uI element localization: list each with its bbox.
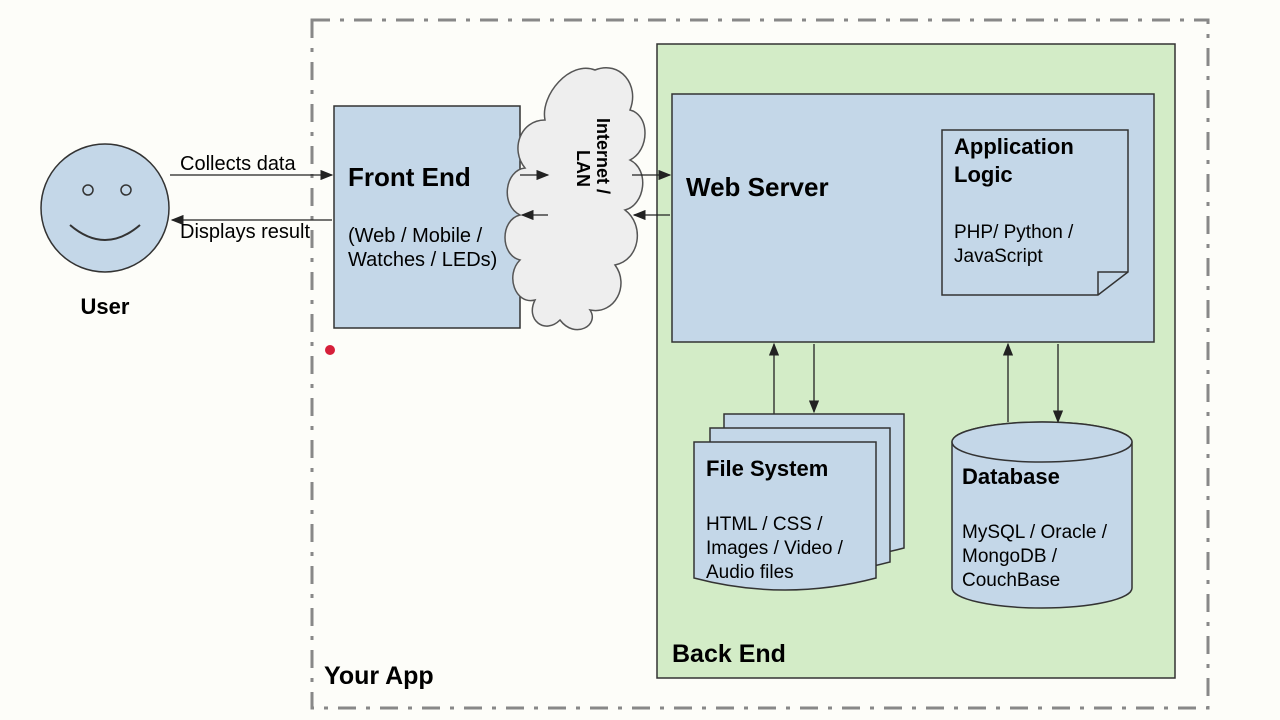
applogic-title1: Application <box>954 134 1074 159</box>
frontend-sub1: (Web / Mobile / <box>348 225 483 247</box>
database-body1: MySQL / Oracle / <box>962 522 1108 543</box>
frontend-box <box>334 106 520 328</box>
arrow-displays-label: Displays result <box>180 221 310 243</box>
applogic-body2: JavaScript <box>954 246 1043 267</box>
red-dot-icon <box>325 345 335 355</box>
frontend-sub2: Watches / LEDs) <box>348 249 497 271</box>
webserver-title: Web Server <box>686 172 829 202</box>
cloud-icon <box>505 68 645 330</box>
filesystem-title: File System <box>706 456 828 481</box>
filesystem-body2: Images / Video / <box>706 538 844 559</box>
cloud-label-2: LAN <box>573 150 593 187</box>
backend-label: Back End <box>672 640 786 668</box>
user-label: User <box>81 294 130 319</box>
cloud-label-1: Internet / <box>593 118 613 194</box>
filesystem-body1: HTML / CSS / <box>706 514 823 535</box>
frontend-title: Front End <box>348 162 471 192</box>
user-icon <box>41 144 169 272</box>
applogic-title2: Logic <box>954 162 1013 187</box>
architecture-diagram: Your App Back End User Collects data Dis… <box>0 0 1280 720</box>
arrow-collects-label: Collects data <box>180 153 296 175</box>
database-title: Database <box>962 464 1060 489</box>
filesystem-body3: Audio files <box>706 562 794 583</box>
your-app-label: Your App <box>324 662 434 690</box>
database-body3: CouchBase <box>962 570 1060 591</box>
database-body2: MongoDB / <box>962 546 1058 567</box>
applogic-body1: PHP/ Python / <box>954 222 1074 243</box>
